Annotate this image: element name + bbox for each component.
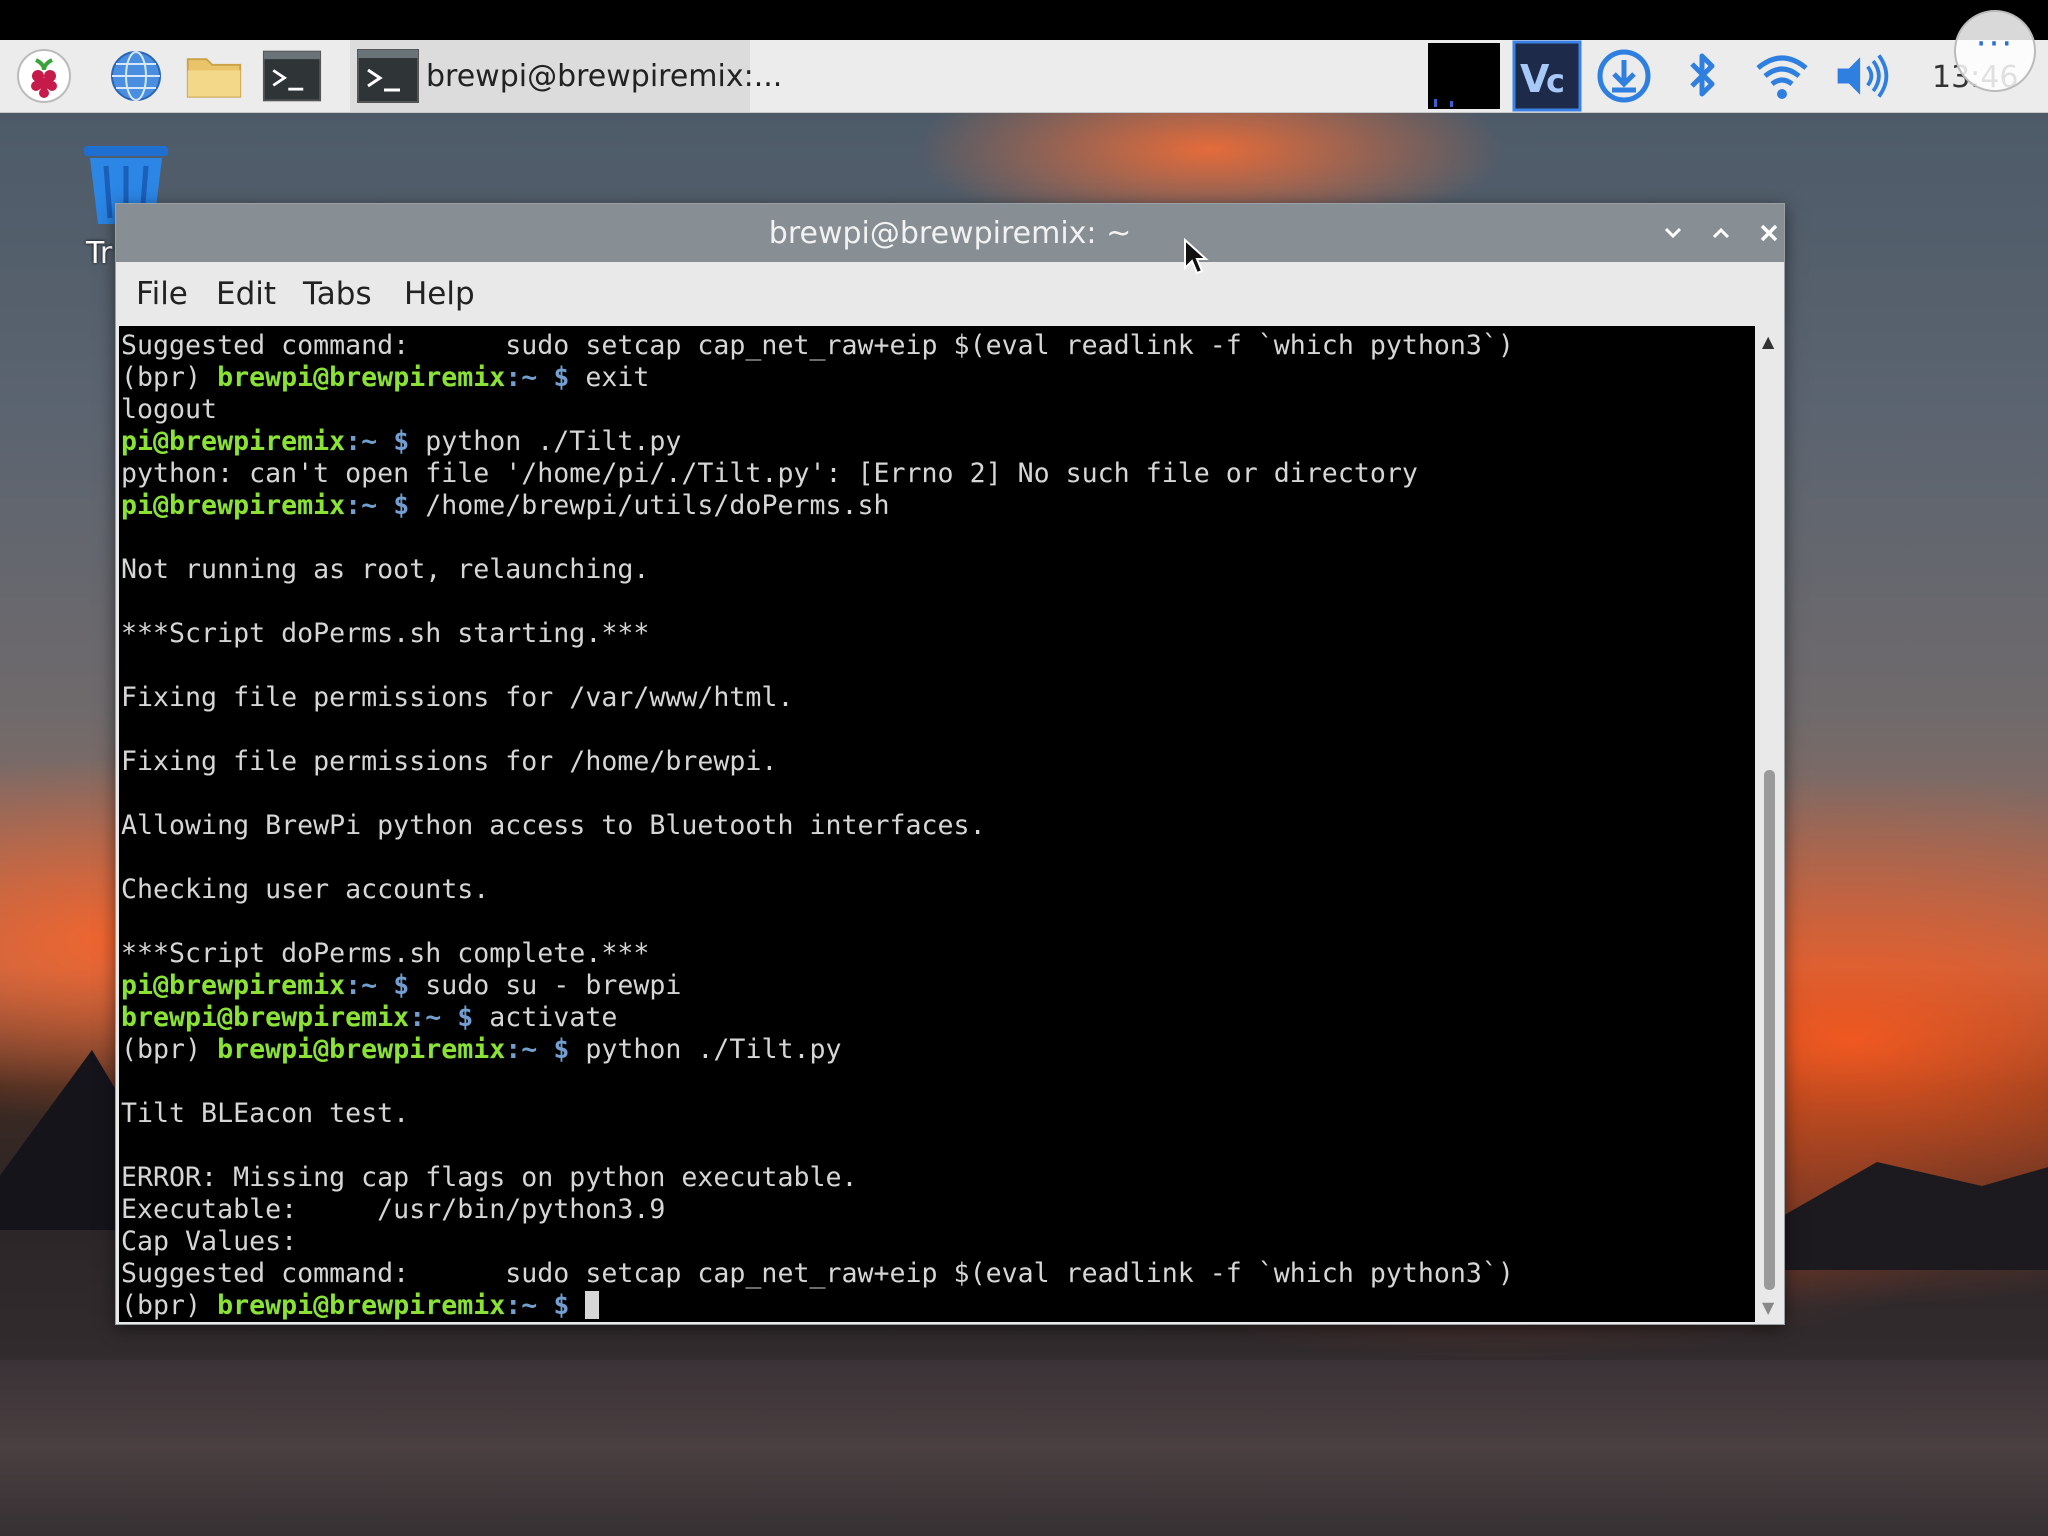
terminal-output[interactable]: Suggested command: sudo setcap cap_net_r… [119, 326, 1755, 1322]
mouse-pointer-icon [1183, 237, 1209, 280]
terminal-segment: :~ $ [345, 490, 410, 521]
scroll-up-arrow-icon[interactable]: ▲ [1762, 332, 1774, 351]
terminal-line: Fixing file permissions for /var/www/htm… [121, 682, 793, 713]
terminal-segment: ***Script doPerms.sh starting.*** [121, 618, 650, 649]
text-cursor [585, 1291, 600, 1319]
terminal-segment: pi@brewpiremix [121, 970, 346, 1001]
terminal-segment: python ./Tilt.py [409, 426, 682, 457]
terminal-line: Allowing BrewPi python access to Bluetoo… [121, 810, 986, 841]
terminal-text: Suggested command: sudo setcap cap_net_r… [119, 326, 1755, 1322]
vnc-icon[interactable]: V c [1512, 40, 1582, 112]
menu-help[interactable]: Help [404, 276, 475, 312]
terminal-line: Suggested command: sudo setcap cap_net_r… [121, 1258, 1514, 1289]
terminal-segment: brewpi@brewpiremix [121, 1002, 410, 1033]
terminal-line: brewpi@brewpiremix:~ $ activate [121, 1002, 617, 1033]
trash-label: Tr [86, 236, 113, 271]
svg-text:c: c [1546, 62, 1565, 100]
terminal-segment: Not running as root, relaunching. [121, 554, 650, 585]
scroll-down-arrow-icon[interactable]: ▼ [1762, 1298, 1774, 1317]
terminal-segment: (bpr) [121, 362, 218, 393]
terminal-icon[interactable] [262, 48, 322, 104]
terminal-segment: Fixing file permissions for /var/www/htm… [121, 682, 794, 713]
terminal-line: Cap Values: [121, 1226, 297, 1257]
menu-tabs[interactable]: Tabs [303, 276, 372, 312]
scrollbar-thumb[interactable] [1764, 770, 1775, 1290]
terminal-segment: exit [569, 362, 650, 393]
terminal-line: Fixing file permissions for /home/brewpi… [121, 746, 777, 777]
terminal-segment: brewpi@brewpiremix [217, 1290, 506, 1321]
terminal-segment: Tilt BLEacon test. [121, 1098, 410, 1129]
terminal-segment: Allowing BrewPi python access to Bluetoo… [121, 810, 986, 841]
terminal-segment: python: can't open file '/home/pi/./Tilt… [121, 458, 1418, 489]
terminal-segment: Suggested command: sudo setcap cap_net_r… [121, 330, 1514, 361]
bluetooth-icon[interactable] [1672, 48, 1732, 104]
folder-icon[interactable] [184, 48, 244, 104]
scrollbar[interactable]: ▲ ▼ [1758, 326, 1782, 1322]
wallpaper-water [0, 1360, 2048, 1536]
terminal-line: pi@brewpiremix:~ $ python ./Tilt.py [121, 426, 681, 457]
terminal-line: python: can't open file '/home/pi/./Tilt… [121, 458, 1418, 489]
terminal-window: brewpi@brewpiremix: ~ File Edit Tabs Hel… [115, 203, 1785, 1325]
terminal-segment: python ./Tilt.py [569, 1034, 842, 1065]
terminal-line: Not running as root, relaunching. [121, 554, 649, 585]
terminal-segment: :~ $ [505, 1034, 570, 1065]
terminal-segment: Suggested command: sudo setcap cap_net_r… [121, 1258, 1514, 1289]
terminal-segment: (bpr) [121, 1290, 218, 1321]
terminal-segment: logout [121, 394, 218, 425]
close-button[interactable] [1752, 216, 1786, 250]
download-icon[interactable] [1594, 48, 1654, 104]
volume-icon[interactable] [1832, 48, 1892, 104]
menu-edit[interactable]: Edit [216, 276, 276, 312]
taskbar-window-label: brewpi@brewpiremix:... [426, 58, 783, 94]
menu-file[interactable]: File [136, 276, 188, 312]
terminal-line: pi@brewpiremix:~ $ sudo su - brewpi [121, 970, 681, 1001]
terminal-segment [569, 1290, 585, 1321]
taskbar-window-button[interactable]: brewpi@brewpiremix:... [350, 40, 782, 112]
terminal-segment: /home/brewpi/utils/doPerms.sh [409, 490, 890, 521]
terminal-segment: :~ $ [505, 362, 570, 393]
terminal-segment: ***Script doPerms.sh complete.*** [121, 938, 650, 969]
terminal-line: ***Script doPerms.sh complete.*** [121, 938, 649, 969]
terminal-segment: (bpr) [121, 1034, 218, 1065]
terminal-segment: :~ $ [345, 426, 410, 457]
terminal-line: (bpr) brewpi@brewpiremix:~ $ [121, 1290, 600, 1321]
wifi-icon[interactable] [1752, 48, 1812, 104]
terminal-line: (bpr) brewpi@brewpiremix:~ $ python ./Ti… [121, 1034, 842, 1065]
terminal-segment: :~ $ [409, 1002, 474, 1033]
top-strip [0, 0, 2048, 40]
minimize-button[interactable] [1656, 216, 1690, 250]
terminal-segment: brewpi@brewpiremix [217, 362, 506, 393]
window-titlebar[interactable]: brewpi@brewpiremix: ~ [116, 204, 1784, 262]
terminal-line: logout [121, 394, 217, 425]
terminal-segment: :~ $ [345, 970, 410, 1001]
terminal-segment: Fixing file permissions for /home/brewpi… [121, 746, 778, 777]
cpu-monitor-icon[interactable] [1428, 42, 1500, 110]
terminal-segment: pi@brewpiremix [121, 426, 346, 457]
menubar: File Edit Tabs Help [116, 262, 1784, 324]
terminal-line: Checking user accounts. [121, 874, 489, 905]
terminal-line: ERROR: Missing cap flags on python execu… [121, 1162, 858, 1193]
terminal-segment: :~ $ [505, 1290, 570, 1321]
terminal-line: pi@brewpiremix:~ $ /home/brewpi/utils/do… [121, 490, 890, 521]
terminal-segment: Cap Values: [121, 1226, 298, 1257]
taskbar: brewpi@brewpiremix:... V c [0, 40, 2048, 113]
terminal-segment: brewpi@brewpiremix [217, 1034, 506, 1065]
raspberry-icon[interactable] [14, 48, 74, 104]
terminal-line: Tilt BLEacon test. [121, 1098, 409, 1129]
terminal-line: Executable: /usr/bin/python3.9 [121, 1194, 665, 1225]
terminal-segment: activate [473, 1002, 618, 1033]
terminal-line: Suggested command: sudo setcap cap_net_r… [121, 330, 1514, 361]
window-title: brewpi@brewpiremix: ~ [768, 216, 1132, 251]
maximize-button[interactable] [1704, 216, 1738, 250]
terminal-segment: Checking user accounts. [121, 874, 490, 905]
terminal-segment: ERROR: Missing cap flags on python execu… [121, 1162, 858, 1193]
terminal-icon [356, 48, 420, 104]
terminal-line: ***Script doPerms.sh starting.*** [121, 618, 649, 649]
more-options-button[interactable]: ··· [1954, 10, 2036, 92]
terminal-segment: Executable: /usr/bin/python3.9 [121, 1194, 666, 1225]
globe-icon[interactable] [106, 48, 166, 104]
terminal-segment: sudo su - brewpi [409, 970, 682, 1001]
terminal-segment: pi@brewpiremix [121, 490, 346, 521]
terminal-line: (bpr) brewpi@brewpiremix:~ $ exit [121, 362, 649, 393]
